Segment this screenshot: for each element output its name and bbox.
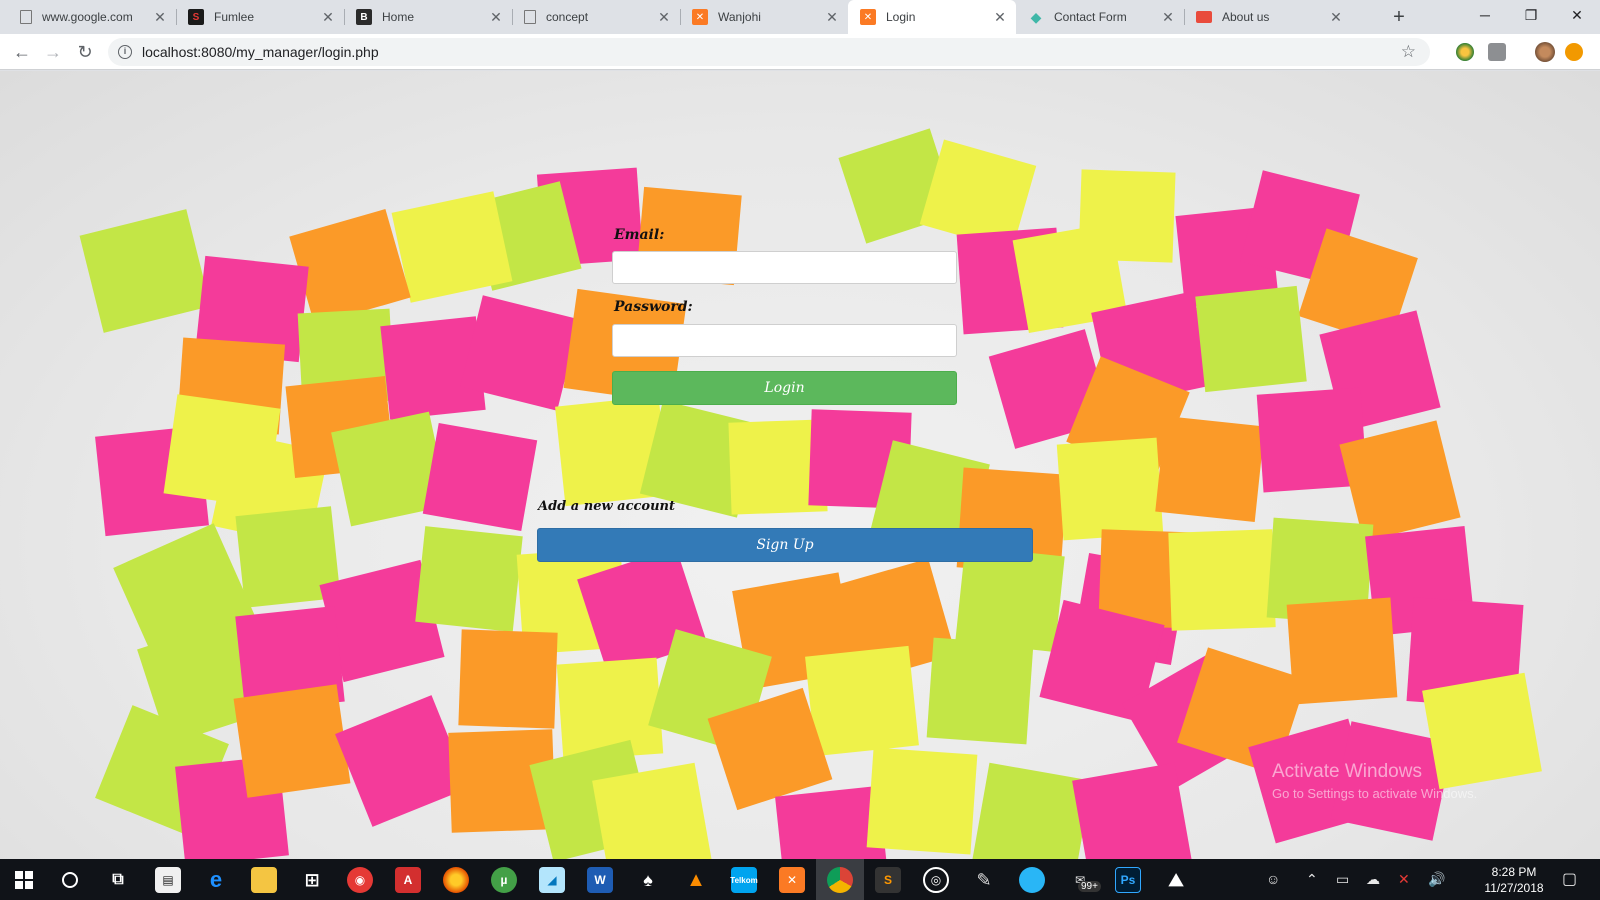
edge-icon[interactable]: e: [203, 867, 229, 893]
volume-icon[interactable]: 🔊: [1428, 871, 1445, 888]
chevron-up-icon[interactable]: ⌃: [1306, 871, 1318, 888]
tab-title: Wanjohi: [718, 10, 761, 24]
browser-toolbar: ← → ↻ i localhost:8080/my_manager/login.…: [0, 34, 1600, 70]
windows-start-icon[interactable]: [11, 867, 37, 893]
tab-title: Fumlee: [214, 10, 255, 24]
chrome-icon[interactable]: [827, 867, 853, 893]
avatar[interactable]: [1535, 42, 1555, 62]
network-warning-icon[interactable]: ✕: [1398, 871, 1410, 888]
tab-title: concept: [546, 10, 589, 24]
activate-windows-title: Activate Windows: [1272, 761, 1422, 782]
fumlee-logo-icon: S: [188, 9, 204, 25]
tab-title: Login: [886, 10, 916, 24]
tab-title: About us: [1222, 10, 1270, 24]
sticky-notes: [79, 128, 1542, 859]
xampp-taskbar-icon[interactable]: ✕: [779, 867, 805, 893]
utorrent-icon[interactable]: µ: [491, 867, 517, 893]
word-icon[interactable]: W: [587, 867, 613, 893]
b-logo-icon: B: [356, 9, 372, 25]
tab-concept[interactable]: concept ✕: [512, 0, 680, 34]
tab-google[interactable]: www.google.com ✕: [8, 0, 176, 34]
close-window-icon[interactable]: ✕: [1554, 0, 1600, 30]
obs-icon[interactable]: ◎: [923, 867, 949, 893]
sublime-text-icon[interactable]: S: [875, 867, 901, 893]
battery-icon[interactable]: ▭: [1336, 871, 1349, 888]
diamond-icon: ◆: [1030, 8, 1042, 25]
reload-icon[interactable]: ↻: [73, 40, 97, 64]
acrobat-icon[interactable]: A: [395, 867, 421, 893]
clock-date: 11/27/2018: [1484, 881, 1544, 895]
tab-title: www.google.com: [42, 10, 133, 24]
firefox-icon[interactable]: [443, 867, 469, 893]
tab-wanjohi[interactable]: ✕ Wanjohi ✕: [680, 0, 848, 34]
tab-fumlee[interactable]: S Fumlee ✕: [176, 0, 344, 34]
warning-icon[interactable]: [1565, 43, 1583, 61]
forward-icon[interactable]: →: [41, 40, 65, 64]
action-center-icon[interactable]: ▢: [1562, 869, 1577, 889]
email-input[interactable]: [612, 251, 957, 284]
tab-strip: www.google.com ✕ S Fumlee ✕ B Home ✕ con…: [0, 0, 1600, 34]
password-label: Password:: [614, 299, 693, 315]
extension-lock-icon[interactable]: [1488, 43, 1506, 61]
signup-button[interactable]: Sign Up: [537, 528, 1033, 562]
info-icon[interactable]: i: [118, 45, 132, 59]
close-icon[interactable]: ✕: [1328, 9, 1344, 25]
login-page: Email: Password: Login Add a new account…: [0, 71, 1600, 859]
vlc-icon[interactable]: ▲: [683, 867, 709, 893]
telkom-icon[interactable]: Telkom: [730, 867, 758, 893]
red-square-icon: [1196, 11, 1212, 23]
address-bar[interactable]: i localhost:8080/my_manager/login.php ☆: [108, 38, 1430, 66]
close-icon[interactable]: ✕: [992, 9, 1008, 25]
notification-badge: 99+: [1078, 881, 1101, 892]
solitaire-icon[interactable]: ♠: [635, 867, 661, 893]
movie-maker-icon[interactable]: ▤: [155, 867, 181, 893]
extension-icon[interactable]: [1456, 43, 1474, 61]
password-input[interactable]: [612, 324, 957, 357]
page-icon: [524, 10, 536, 24]
tab-title: Contact Form: [1054, 10, 1127, 24]
clock-time: 8:28 PM: [1491, 865, 1537, 879]
search-icon[interactable]: [57, 867, 83, 893]
file-explorer-icon[interactable]: [251, 867, 277, 893]
close-icon[interactable]: ✕: [488, 9, 504, 25]
activate-windows-subtitle: Go to Settings to activate Windows.: [1272, 786, 1478, 801]
back-icon[interactable]: ←: [10, 40, 34, 64]
new-tab-icon[interactable]: +: [1388, 6, 1410, 28]
close-icon[interactable]: ✕: [824, 9, 840, 25]
people-icon[interactable]: ☺: [1266, 871, 1280, 887]
bookmark-star-icon[interactable]: ☆: [1401, 42, 1416, 62]
close-icon[interactable]: ✕: [656, 9, 672, 25]
photos-icon[interactable]: ⛰: [1163, 867, 1189, 893]
minimize-icon[interactable]: ─: [1462, 0, 1508, 30]
notes-app-icon[interactable]: ◢: [539, 867, 565, 893]
onedrive-icon[interactable]: ☁: [1366, 871, 1380, 888]
tab-home[interactable]: B Home ✕: [344, 0, 512, 34]
windows-taskbar: ⧉ ▤ e ⊞ ◉ A µ ◢ W ♠ ▲ Telkom ✕ S ◎ ✎ ✉ 9…: [0, 859, 1600, 900]
signup-prompt: Add a new account: [538, 499, 676, 514]
login-button[interactable]: Login: [612, 371, 957, 405]
xampp-icon: ✕: [692, 9, 708, 25]
sticky-notes-background: [79, 128, 1542, 859]
url-text: localhost:8080/my_manager/login.php: [142, 44, 379, 60]
screen-recorder-icon[interactable]: ◉: [347, 867, 373, 893]
app-globe-icon[interactable]: [1019, 867, 1045, 893]
close-icon[interactable]: ✕: [320, 9, 336, 25]
system-clock[interactable]: 8:28 PM 11/27/2018: [1478, 864, 1550, 896]
tab-about-us[interactable]: About us ✕: [1184, 0, 1352, 34]
tab-title: Home: [382, 10, 415, 24]
tab-contact-form[interactable]: ◆ Contact Form ✕: [1016, 0, 1184, 34]
email-label: Email:: [614, 227, 665, 243]
store-icon[interactable]: ⊞: [299, 867, 325, 893]
close-icon[interactable]: ✕: [1160, 9, 1176, 25]
tab-login[interactable]: ✕ Login ✕: [848, 0, 1016, 34]
paint-icon[interactable]: ✎: [971, 867, 997, 893]
restore-icon[interactable]: ❐: [1508, 0, 1554, 30]
task-view-icon[interactable]: ⧉: [105, 867, 131, 893]
close-icon[interactable]: ✕: [152, 9, 168, 25]
photoshop-icon[interactable]: Ps: [1115, 867, 1141, 893]
page-icon: [20, 10, 32, 24]
xampp-icon: ✕: [860, 9, 876, 25]
